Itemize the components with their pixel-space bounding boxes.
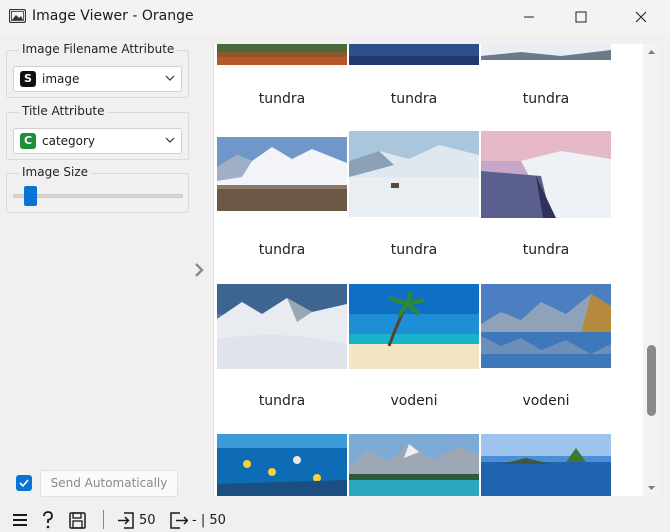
minimize-button[interactable] bbox=[506, 0, 552, 34]
image-size-label: Image Size bbox=[19, 165, 92, 179]
close-button[interactable] bbox=[618, 0, 664, 34]
scrollbar-thumb[interactable] bbox=[647, 345, 656, 416]
filename-attribute-label: Image Filename Attribute bbox=[19, 42, 178, 56]
image-size-group: Image Size bbox=[6, 165, 189, 213]
help-button[interactable] bbox=[41, 511, 55, 529]
gallery-image[interactable] bbox=[349, 434, 479, 496]
status-separator bbox=[103, 510, 104, 529]
gallery-image[interactable] bbox=[349, 131, 479, 217]
image-caption: tundra bbox=[390, 91, 438, 107]
chevron-down-icon bbox=[165, 137, 175, 143]
maximize-button[interactable] bbox=[558, 0, 604, 34]
chevron-down-icon bbox=[165, 75, 175, 81]
gallery-image[interactable] bbox=[481, 434, 611, 496]
filename-attribute-value: image bbox=[42, 72, 80, 86]
output-icon bbox=[170, 511, 188, 529]
scroll-down-icon[interactable] bbox=[647, 484, 656, 492]
save-icon bbox=[69, 511, 86, 529]
title-bar: Image Viewer - Orange bbox=[0, 0, 670, 34]
gallery-image[interactable] bbox=[481, 284, 611, 368]
image-caption: tundra bbox=[258, 91, 306, 107]
gallery-scrollbar[interactable] bbox=[643, 44, 659, 496]
gallery-image[interactable] bbox=[217, 44, 347, 65]
gallery-image[interactable] bbox=[217, 284, 347, 369]
input-icon bbox=[118, 511, 134, 529]
title-attribute-label: Title Attribute bbox=[19, 104, 108, 118]
gallery-image[interactable] bbox=[481, 44, 611, 60]
menu-button[interactable] bbox=[12, 511, 28, 529]
control-sidebar: Image Filename Attribute S image Title A… bbox=[0, 34, 200, 500]
minimize-icon bbox=[524, 16, 534, 18]
image-size-slider-handle[interactable] bbox=[24, 186, 37, 206]
image-caption: tundra bbox=[522, 242, 570, 258]
send-automatically-checkbox[interactable] bbox=[16, 475, 32, 491]
send-automatically-button[interactable]: Send Automatically bbox=[40, 470, 178, 497]
status-bar: 50 - | 50 bbox=[0, 507, 670, 532]
image-size-slider-track[interactable] bbox=[13, 194, 183, 198]
title-attribute-group: Title Attribute C category bbox=[6, 104, 189, 160]
scroll-up-icon[interactable] bbox=[647, 48, 656, 56]
title-attribute-value: category bbox=[42, 134, 96, 148]
string-type-icon: S bbox=[20, 71, 36, 87]
image-gallery: tundra tundra tundra tundra tundra tundr… bbox=[213, 44, 643, 496]
image-viewer-app-icon bbox=[9, 9, 26, 23]
gallery-image[interactable] bbox=[481, 131, 611, 218]
title-attribute-combo[interactable]: C category bbox=[13, 128, 182, 154]
categorical-type-icon: C bbox=[20, 133, 36, 149]
image-caption: vodeni bbox=[390, 393, 438, 409]
image-caption: tundra bbox=[258, 242, 306, 258]
input-summary: 50 bbox=[117, 511, 156, 529]
image-caption: vodeni bbox=[522, 393, 570, 409]
save-button[interactable] bbox=[69, 511, 86, 529]
output-summary: - | 50 bbox=[170, 511, 226, 529]
image-caption: tundra bbox=[522, 91, 570, 107]
filename-attribute-combo[interactable]: S image bbox=[13, 66, 182, 92]
image-caption: tundra bbox=[390, 242, 438, 258]
checkmark-icon bbox=[19, 479, 29, 488]
maximize-icon bbox=[575, 11, 587, 23]
output-count: - | 50 bbox=[192, 512, 226, 528]
window-title: Image Viewer - Orange bbox=[32, 8, 194, 24]
hamburger-menu-icon bbox=[13, 514, 27, 526]
gallery-image[interactable] bbox=[217, 434, 347, 496]
collapse-sidebar-icon[interactable] bbox=[192, 262, 206, 278]
filename-attribute-group: Image Filename Attribute S image bbox=[6, 42, 189, 98]
gallery-image[interactable] bbox=[349, 44, 479, 65]
help-icon bbox=[43, 511, 53, 529]
image-caption: tundra bbox=[258, 393, 306, 409]
gallery-image[interactable] bbox=[217, 137, 347, 211]
close-icon bbox=[635, 11, 647, 23]
input-count: 50 bbox=[139, 512, 156, 528]
gallery-image[interactable] bbox=[349, 284, 479, 369]
